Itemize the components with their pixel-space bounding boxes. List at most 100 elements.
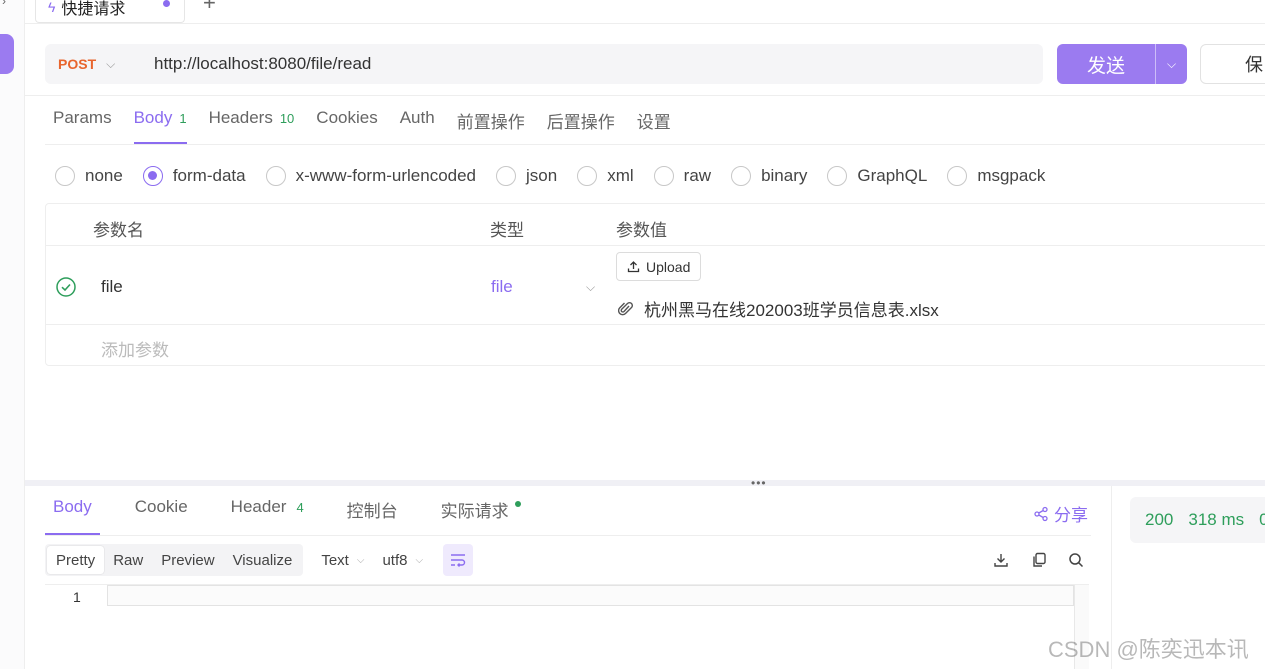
radio-circle[interactable] bbox=[653, 166, 674, 186]
divider bbox=[46, 324, 1265, 325]
view-visualize[interactable]: Visualize bbox=[224, 546, 302, 574]
radio-circle[interactable] bbox=[265, 166, 286, 186]
left-rail: › bbox=[0, 0, 25, 669]
tab-label: Cookies bbox=[316, 108, 378, 127]
divider bbox=[45, 535, 1091, 536]
tab-cookies[interactable]: Cookies bbox=[316, 108, 377, 144]
format-select[interactable]: Text ⌵ bbox=[321, 552, 364, 569]
radio-x-www-form-urlencoded[interactable]: x-www-form-urlencoded bbox=[265, 166, 477, 186]
send-button[interactable]: 发送 bbox=[1057, 44, 1156, 84]
radio-circle-checked[interactable] bbox=[142, 166, 163, 186]
radio-circle[interactable] bbox=[947, 166, 968, 186]
radio-label: msgpack bbox=[977, 166, 1046, 185]
tab-params[interactable]: Params bbox=[53, 108, 112, 144]
check-circle-icon[interactable] bbox=[56, 277, 76, 297]
view-raw[interactable]: Raw bbox=[104, 546, 152, 574]
response-editor[interactable]: 1 bbox=[45, 584, 1089, 669]
pane-splitter[interactable] bbox=[25, 480, 1265, 486]
add-tab-icon[interactable]: + bbox=[203, 0, 216, 16]
attached-file[interactable]: 杭州黑马在线202003班学员信息表.xlsx bbox=[618, 296, 939, 321]
radio-none[interactable]: none bbox=[55, 166, 123, 186]
tab-badge: 1 bbox=[179, 111, 187, 126]
tab-post-script[interactable]: 后置操作 bbox=[547, 108, 615, 144]
send-options-button[interactable]: ⌵ bbox=[1156, 44, 1187, 84]
save-button[interactable]: 保 bbox=[1200, 44, 1265, 84]
radio-circle[interactable] bbox=[55, 166, 75, 186]
resp-tab-header[interactable]: Header 4 bbox=[223, 497, 312, 535]
radio-binary[interactable]: binary bbox=[731, 166, 807, 186]
param-type-select[interactable]: file bbox=[491, 277, 513, 297]
resp-tab-console[interactable]: 控制台 bbox=[339, 497, 406, 535]
radio-circle[interactable] bbox=[827, 166, 848, 186]
resp-tab-cookie[interactable]: Cookie bbox=[127, 497, 196, 535]
tab-label: 实际请求 bbox=[440, 502, 509, 521]
tab-label: 控制台 bbox=[346, 502, 398, 521]
share-label: 分享 bbox=[1054, 506, 1088, 525]
format-value: Text bbox=[321, 551, 349, 569]
divider bbox=[45, 144, 1265, 145]
resp-tab-actual-request[interactable]: 实际请求 bbox=[433, 497, 529, 535]
watermark: CSDN @陈奕迅本讯 bbox=[1048, 637, 1249, 662]
tab-body[interactable]: Body 1 bbox=[133, 108, 187, 144]
tab-pre-script[interactable]: 前置操作 bbox=[457, 108, 525, 144]
tab-headers[interactable]: Headers 10 bbox=[209, 108, 295, 144]
tab-title: 快捷请求 bbox=[61, 1, 126, 18]
response-view-toolbar: Pretty Raw Preview Visualize Text ⌵ utf8… bbox=[45, 544, 474, 576]
word-wrap-button[interactable] bbox=[443, 544, 474, 576]
chevron-icon[interactable]: › bbox=[2, 0, 6, 8]
radio-label: GraphQL bbox=[857, 166, 928, 185]
param-name[interactable]: file bbox=[101, 277, 123, 297]
encoding-select[interactable]: utf8 ⌵ bbox=[382, 552, 423, 569]
radio-circle[interactable] bbox=[496, 166, 517, 186]
chevron-down-icon: ⌵ bbox=[1166, 56, 1177, 71]
column-header-type: 类型 bbox=[490, 221, 524, 240]
radio-msgpack[interactable]: msgpack bbox=[947, 166, 1045, 186]
radio-circle[interactable] bbox=[577, 166, 598, 186]
rail-active-indicator[interactable] bbox=[0, 34, 14, 74]
resp-tab-body[interactable]: Body bbox=[45, 497, 100, 535]
chevron-down-icon: ⌵ bbox=[356, 554, 365, 566]
add-param-input[interactable]: 添加参数 bbox=[101, 336, 169, 361]
url-input[interactable]: http://localhost:8080/file/read bbox=[137, 54, 371, 74]
chevron-down-icon: ⌵ bbox=[106, 56, 116, 71]
search-icon[interactable] bbox=[1066, 550, 1086, 570]
tab-label: Body bbox=[53, 497, 92, 516]
divider bbox=[46, 245, 1265, 246]
tab-quick-request[interactable]: ϟ 快捷请求 bbox=[35, 0, 185, 23]
copy-icon[interactable] bbox=[1029, 550, 1049, 570]
method-select[interactable]: POST ⌵ bbox=[45, 56, 137, 72]
tab-settings[interactable]: 设置 bbox=[637, 108, 671, 144]
radio-label: none bbox=[85, 166, 123, 185]
tab-auth[interactable]: Auth bbox=[400, 108, 435, 144]
status-code: 200 bbox=[1145, 510, 1174, 529]
wrap-icon bbox=[451, 554, 466, 567]
view-preview[interactable]: Preview bbox=[152, 546, 223, 574]
radio-json[interactable]: json bbox=[496, 166, 557, 186]
radio-label: form-data bbox=[172, 166, 246, 185]
download-icon[interactable] bbox=[991, 550, 1011, 570]
radio-graphql[interactable]: GraphQL bbox=[827, 166, 927, 186]
response-time: 318 ms bbox=[1188, 510, 1245, 529]
radio-label: x-www-form-urlencoded bbox=[295, 166, 477, 185]
tab-label: Header bbox=[230, 497, 287, 516]
tab-label: Auth bbox=[399, 108, 435, 127]
share-button[interactable]: 分享 bbox=[1033, 501, 1088, 526]
radio-xml[interactable]: xml bbox=[577, 166, 634, 186]
response-tabs: Body Cookie Header 4 控制台 实际请求 bbox=[45, 497, 556, 535]
tab-badge: 4 bbox=[296, 500, 304, 515]
chevron-down-icon: ⌵ bbox=[415, 554, 424, 566]
response-size: 0 bbox=[1259, 510, 1265, 529]
tab-label: Cookie bbox=[134, 497, 188, 516]
radio-raw[interactable]: raw bbox=[653, 166, 711, 186]
radio-circle[interactable] bbox=[731, 166, 752, 186]
upload-button[interactable]: Upload bbox=[616, 252, 702, 281]
view-pretty[interactable]: Pretty bbox=[47, 546, 105, 574]
radio-label: json bbox=[526, 166, 558, 185]
share-icon bbox=[1034, 506, 1048, 521]
column-header-value: 参数值 bbox=[616, 221, 667, 240]
drag-handle-icon[interactable]: ••• bbox=[751, 476, 767, 490]
chevron-down-icon[interactable]: ⌵ bbox=[586, 280, 595, 295]
radio-label: xml bbox=[607, 166, 634, 185]
line-number: 1 bbox=[73, 589, 81, 605]
radio-form-data[interactable]: form-data bbox=[142, 166, 246, 186]
